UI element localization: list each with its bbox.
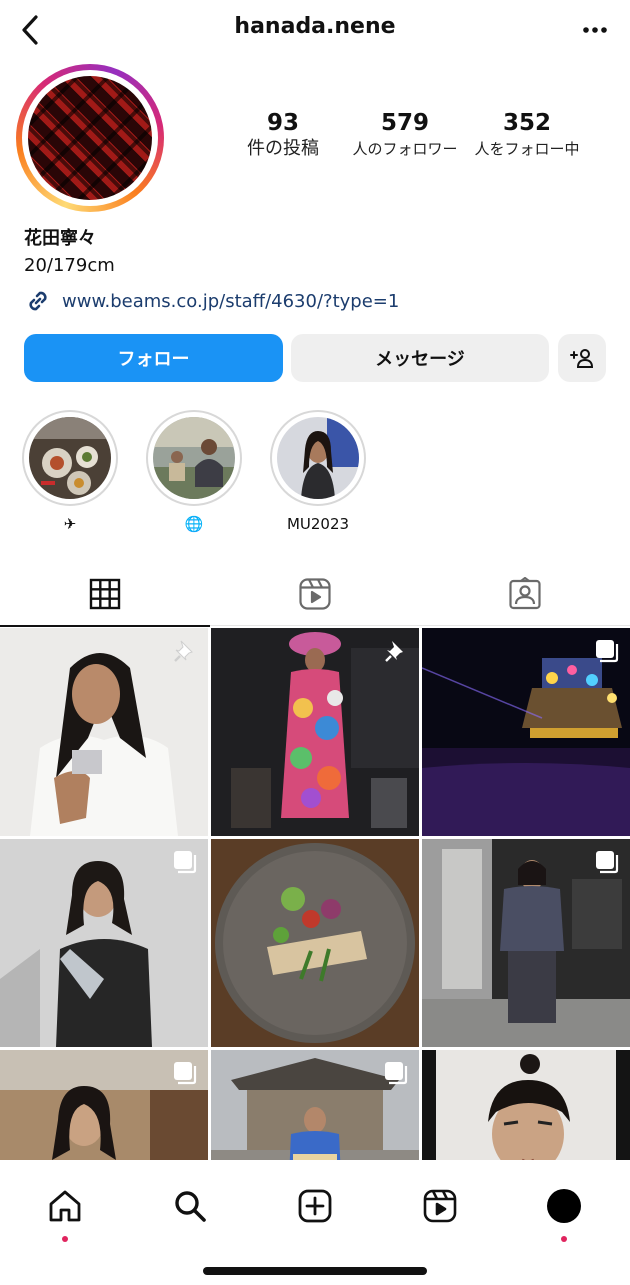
- nav-home[interactable]: [35, 1176, 95, 1242]
- grid-icon: [89, 578, 121, 610]
- profile-link[interactable]: www.beams.co.jp/staff/4630/?type=1: [24, 286, 399, 316]
- nav-profile[interactable]: [534, 1176, 594, 1242]
- profile-tabs: [0, 562, 630, 627]
- followers-count[interactable]: 579 人のフォロワー: [340, 108, 470, 160]
- highlight-cover-portrait: [277, 417, 359, 499]
- active-tab-indicator: [0, 625, 210, 627]
- create-icon: [298, 1189, 332, 1223]
- posts-grid: [0, 628, 630, 1160]
- multiple-icon: [385, 1062, 408, 1085]
- post-thumbnail[interactable]: [211, 839, 419, 1047]
- post-thumbnail[interactable]: [211, 628, 419, 836]
- story-highlight[interactable]: MU2023: [270, 410, 366, 534]
- highlight-label: 🌐: [184, 515, 204, 533]
- post-thumbnail[interactable]: [0, 1050, 208, 1160]
- reels-icon: [299, 578, 331, 610]
- more-options-icon[interactable]: [580, 18, 610, 42]
- home-icon: [49, 1190, 81, 1222]
- header: hanada.nene: [0, 0, 630, 60]
- multiple-icon: [174, 1062, 197, 1085]
- post-thumbnail[interactable]: [422, 628, 630, 836]
- tab-tagged[interactable]: [420, 562, 630, 626]
- highlight-cover-people: [153, 417, 235, 499]
- profile-display-name: 花田寧々: [24, 228, 96, 249]
- nav-reels[interactable]: [410, 1176, 470, 1236]
- highlight-label: MU2023: [286, 515, 350, 533]
- nav-create[interactable]: [285, 1176, 345, 1236]
- tab-reels[interactable]: [210, 562, 420, 626]
- nav-search[interactable]: [160, 1176, 220, 1236]
- profile-bio: 20/179cm: [24, 255, 115, 276]
- suggested-accounts-button[interactable]: [558, 334, 606, 382]
- link-icon: [29, 291, 47, 311]
- highlight-label: ✈: [63, 515, 77, 533]
- tab-posts-grid[interactable]: [0, 562, 210, 627]
- profile-username: hanada.nene: [234, 14, 396, 39]
- multiple-icon: [174, 851, 197, 874]
- story-highlight[interactable]: ✈: [22, 410, 118, 534]
- profile-link-text[interactable]: www.beams.co.jp/staff/4630/?type=1: [62, 291, 399, 312]
- pin-icon: [174, 640, 193, 662]
- notification-dot: [561, 1236, 567, 1242]
- reels-icon: [423, 1189, 457, 1223]
- multiple-icon: [596, 640, 619, 663]
- post-thumbnail[interactable]: [422, 1050, 630, 1160]
- post-thumbnail[interactable]: [0, 628, 208, 836]
- tagged-icon: [509, 577, 541, 610]
- notification-dot: [62, 1236, 68, 1242]
- highlight-cover-food: [29, 417, 111, 499]
- profile-icon: [547, 1189, 581, 1223]
- pin-icon: [385, 641, 403, 662]
- search-icon: [175, 1191, 206, 1222]
- story-highlight[interactable]: 🌐: [146, 410, 242, 534]
- post-thumbnail[interactable]: [0, 839, 208, 1047]
- following-count[interactable]: 352 人をフォロー中: [462, 108, 592, 160]
- avatar: [28, 76, 152, 200]
- post-thumbnail[interactable]: [422, 839, 630, 1047]
- avatar-story-ring[interactable]: [16, 64, 164, 212]
- home-indicator: [203, 1267, 427, 1275]
- multiple-icon: [596, 851, 619, 874]
- follow-button[interactable]: フォロー: [24, 334, 283, 382]
- add-person-icon: [570, 349, 594, 368]
- message-button[interactable]: メッセージ: [291, 334, 549, 382]
- post-thumbnail[interactable]: [211, 1050, 419, 1160]
- posts-count[interactable]: 93 件の投稿: [218, 108, 348, 160]
